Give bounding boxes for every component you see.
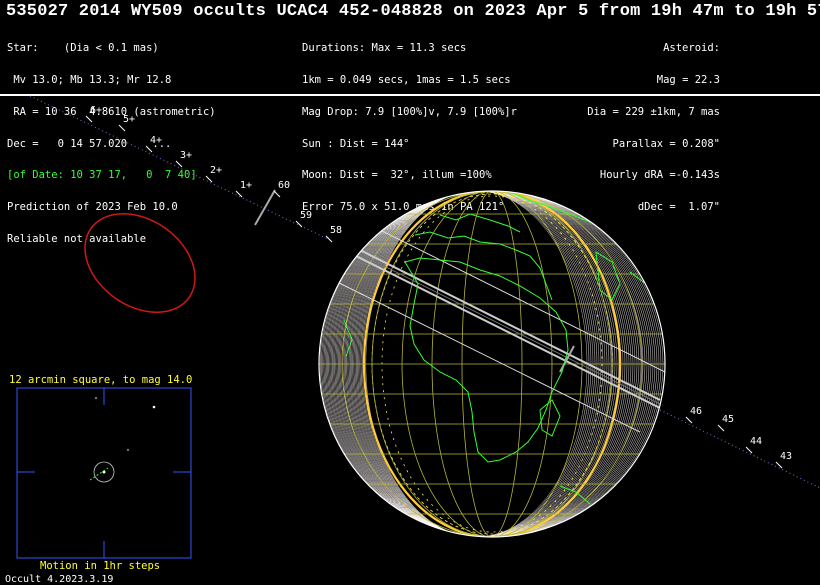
hour-mark-label: 4+ [150, 135, 162, 146]
minute-mark-tick [273, 190, 281, 198]
finder-caption: 12 arcmin square, to mag 14.0 [9, 374, 193, 386]
minute-mark-label: 59 [300, 210, 312, 221]
track-line-lower [659, 409, 820, 489]
hour-mark-tick [85, 115, 93, 123]
minute-mark-tick [775, 461, 783, 469]
motion-steps [89, 467, 109, 481]
hour-mark-label: 5+ [123, 114, 135, 125]
map-canvas: 6+ 5+ 4+ 3+ 2+ 1+ 60 59 58 46 45 44 43 [16, 95, 820, 559]
hour-mark-tick [235, 190, 243, 198]
upper-track [29, 95, 331, 241]
minute-mark-tick [685, 416, 693, 424]
minute-mark-label: 58 [330, 225, 342, 236]
hour-mark-tick [118, 124, 126, 132]
error-ellipse [84, 213, 196, 313]
occultation-map: 535027 2014 WY509 occults UCAC4 452-0488… [0, 0, 820, 585]
field-star [127, 449, 129, 451]
hour-mark-label: 3+ [180, 150, 192, 161]
field-star [152, 405, 156, 409]
finder-chart [16, 387, 192, 559]
minute-mark-tick [325, 235, 333, 243]
field-star [95, 397, 97, 399]
hour-mark-tick [145, 145, 153, 153]
minute-mark-label: 45 [722, 414, 734, 425]
minute-mark-label: 46 [690, 406, 702, 417]
track-line-upper [29, 95, 331, 241]
upper-track-labels: 6+ 5+ 4+ 3+ 2+ 1+ 60 59 58 [85, 105, 342, 243]
hour-mark-label: 1+ [240, 180, 252, 191]
minute-mark-label: 43 [780, 451, 792, 462]
hour-mark-label: 6+ [90, 105, 102, 116]
globe [318, 190, 666, 538]
lower-track-labels: 46 45 44 43 [685, 406, 792, 469]
time-tick-60 [254, 189, 276, 226]
hour-mark-label: 2+ [210, 165, 222, 176]
motion-caption: Motion in 1hr steps [40, 560, 161, 572]
software-version: Occult 4.2023.3.19 [5, 574, 114, 585]
minute-mark-label: 44 [750, 436, 762, 447]
minute-mark-tick [717, 424, 725, 432]
lower-track [659, 409, 820, 489]
hour-mark-tick [175, 160, 183, 168]
minute-mark-label: 60 [278, 180, 290, 191]
